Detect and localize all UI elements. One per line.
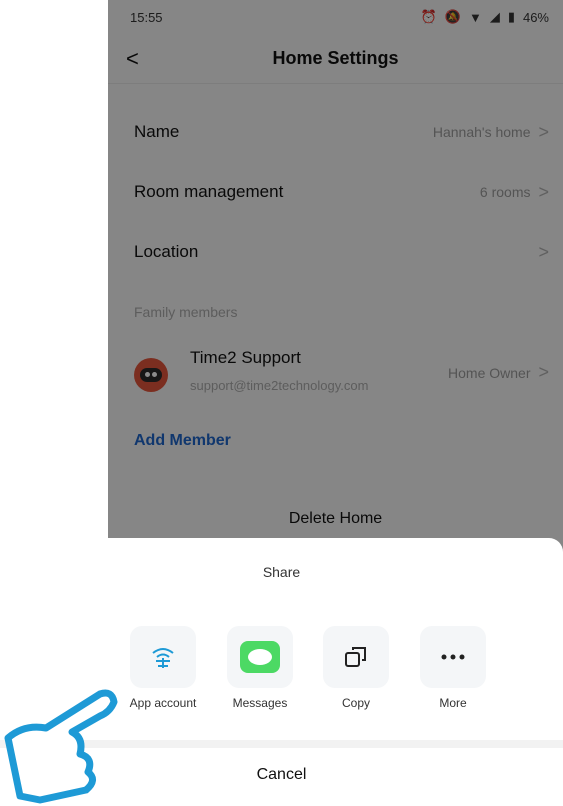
pointing-hand-icon [4,689,118,804]
copy-icon [323,626,389,688]
share-item-label: Copy [341,696,370,710]
share-title: Share [262,564,301,580]
more-icon [420,626,486,688]
share-messages[interactable]: Messages [225,626,295,710]
share-copy[interactable]: Copy [321,626,391,710]
share-more[interactable]: More [418,626,488,710]
share-item-label: More [439,696,467,710]
share-item-label: Messages [232,696,288,710]
messages-icon [227,626,293,688]
